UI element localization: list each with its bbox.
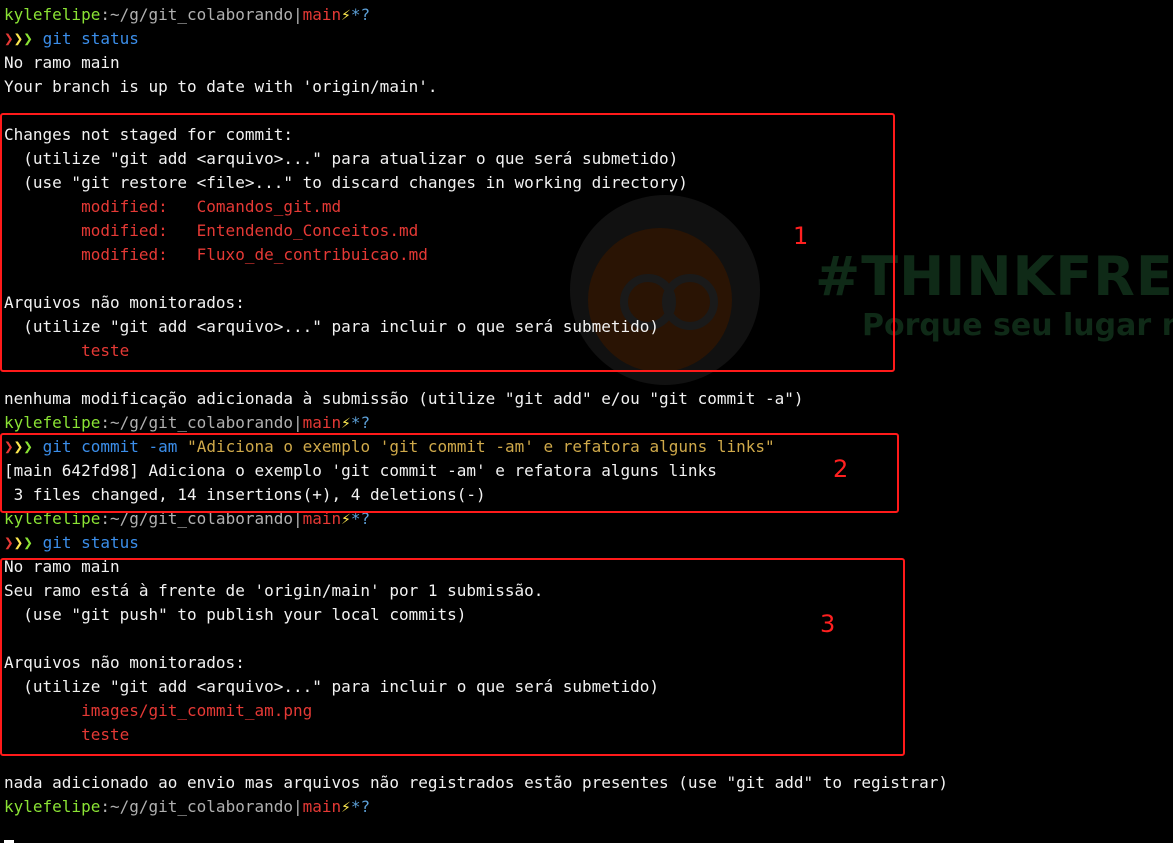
chevron-icon: ❯ — [4, 29, 14, 48]
command-line: ❯❯❯ git status — [4, 533, 139, 552]
input-line[interactable] — [4, 819, 1173, 843]
output-line: nenhuma modificação adicionada à submiss… — [4, 389, 804, 408]
prompt-user: kylefelipe — [4, 5, 101, 24]
chevron-icon: ❯ — [4, 533, 14, 552]
prompt-sep: : — [100, 797, 110, 816]
prompt-status: *? — [350, 5, 371, 24]
output-line: Your branch is up to date with 'origin/m… — [4, 77, 438, 96]
annotation-label-3: 3 — [820, 610, 836, 638]
bolt-icon: ⚡ — [341, 797, 351, 816]
output-line: nada adicionado ao envio mas arquivos nã… — [4, 773, 949, 792]
prompt-pipe: | — [293, 413, 303, 432]
highlight-box-2 — [0, 433, 899, 513]
prompt-branch: main — [302, 5, 342, 24]
command-text: git status — [42, 533, 139, 552]
bolt-icon: ⚡ — [341, 413, 351, 432]
prompt-user: kylefelipe — [4, 797, 101, 816]
prompt-line: kylefelipe:~/g/git_colaborando|main⚡*? — [4, 411, 1173, 435]
command-line: ❯❯❯ git status — [4, 29, 139, 48]
prompt-pipe: | — [293, 797, 303, 816]
highlight-box-1 — [0, 113, 895, 372]
command-text: git status — [42, 29, 139, 48]
prompt-status: *? — [350, 413, 371, 432]
prompt-path: ~/g/git_colaborando — [109, 413, 293, 432]
prompt-sep: : — [100, 5, 110, 24]
prompt-status: *? — [350, 797, 371, 816]
prompt-pipe: | — [293, 5, 303, 24]
prompt-branch: main — [302, 797, 342, 816]
highlight-box-3 — [0, 558, 905, 756]
prompt-line: kylefelipe:~/g/git_colaborando|main⚡*? — [4, 3, 1173, 27]
prompt-line: kylefelipe:~/g/git_colaborando|main⚡*? — [4, 795, 1173, 819]
bolt-icon: ⚡ — [341, 5, 351, 24]
prompt-user: kylefelipe — [4, 413, 101, 432]
prompt-path: ~/g/git_colaborando — [109, 5, 293, 24]
output-line: No ramo main — [4, 53, 120, 72]
annotation-label-1: 1 — [793, 222, 809, 250]
prompt-sep: : — [100, 413, 110, 432]
prompt-path: ~/g/git_colaborando — [109, 797, 293, 816]
annotation-label-2: 2 — [833, 455, 849, 483]
prompt-branch: main — [302, 413, 342, 432]
